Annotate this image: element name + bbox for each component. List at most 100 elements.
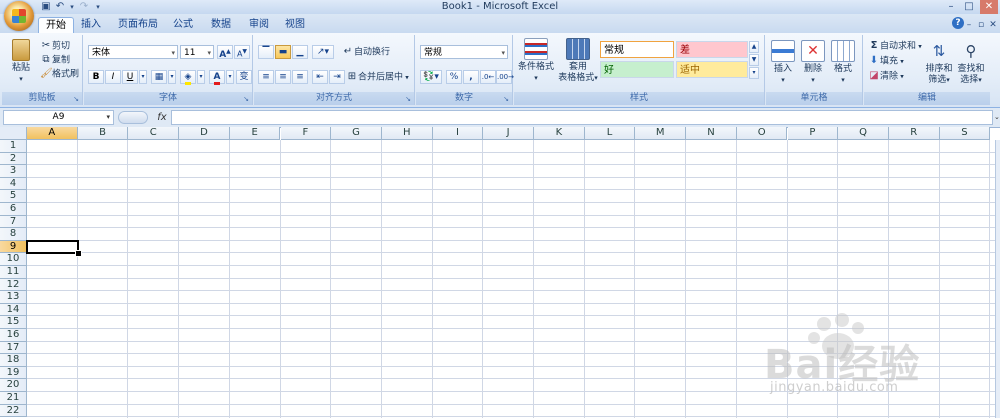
row-header-3[interactable]: 3 (0, 165, 27, 178)
format-as-table-button[interactable]: 套用 表格格式▾ (556, 38, 600, 84)
styles-scroll-up-icon[interactable]: ▲ (749, 41, 759, 53)
column-header-g[interactable]: G (331, 127, 382, 140)
underline-dropdown-icon[interactable]: ▾ (139, 70, 147, 84)
row-header-11[interactable]: 11 (0, 266, 27, 279)
align-middle-button[interactable]: ▬ (275, 45, 291, 59)
increase-decimal-button[interactable]: .0← (480, 70, 496, 84)
increase-indent-button[interactable]: ⇥ (329, 70, 345, 84)
bold-button[interactable]: B (88, 70, 104, 84)
decrease-indent-button[interactable]: ⇤ (312, 70, 328, 84)
column-header-n[interactable]: N (686, 127, 737, 140)
copy-button[interactable]: ⧉ 复制 (40, 54, 70, 67)
row-header-16[interactable]: 16 (0, 329, 27, 342)
column-header-c[interactable]: C (128, 127, 180, 140)
row-header-5[interactable]: 5 (0, 190, 27, 203)
insert-cells-button[interactable]: 插入 ▾ (768, 40, 798, 86)
find-select-button[interactable]: ⚲ 查找和 选择▾ (956, 40, 986, 86)
align-right-button[interactable]: ≡ (292, 70, 308, 84)
formula-bar-toggle[interactable] (118, 111, 148, 124)
alignment-launcher-icon[interactable]: ↘ (404, 95, 412, 103)
style-bad[interactable]: 差 (676, 41, 748, 58)
shrink-font-button[interactable]: A▼ (234, 45, 250, 59)
minimize-icon[interactable]: – (944, 0, 958, 14)
row-header-19[interactable]: 19 (0, 366, 27, 380)
style-neutral[interactable]: 适中 (676, 61, 748, 78)
row-header-20[interactable]: 20 (0, 379, 27, 392)
fill-color-button[interactable]: ◈ (180, 70, 196, 85)
tab-formulas[interactable]: 公式 (168, 17, 198, 33)
insert-function-icon[interactable]: fx (155, 110, 169, 125)
column-header-q[interactable]: Q (838, 127, 889, 140)
borders-dropdown-icon[interactable]: ▾ (168, 70, 176, 84)
styles-scroll-down-icon[interactable]: ▼ (749, 54, 759, 66)
comma-button[interactable]: , (463, 70, 479, 84)
number-format-select[interactable]: 常规 ▾ (420, 45, 508, 59)
format-painter-button[interactable]: 🖌格式刷 (40, 68, 79, 81)
column-header-k[interactable]: K (534, 127, 585, 140)
close-icon[interactable]: ✕ (980, 0, 998, 14)
row-header-21[interactable]: 21 (0, 392, 27, 405)
row-header-12[interactable]: 12 (0, 278, 27, 292)
font-color-dropdown-icon[interactable]: ▾ (226, 70, 234, 84)
worksheet-grid[interactable]: ABCDEFGHIJKLMNOPQRS 1 2 3 4 5 6 7 8 9 10 11 12 13 14 1… (0, 127, 1000, 418)
name-box[interactable]: A9 ▾ (3, 110, 114, 125)
column-header-o[interactable]: O (736, 127, 788, 140)
phonetic-button[interactable]: 变 (236, 70, 252, 84)
tab-data[interactable]: 数据 (206, 17, 236, 33)
style-good[interactable]: 好 (600, 61, 674, 78)
row-header-8[interactable]: 8 (0, 228, 27, 241)
column-header-d[interactable]: D (179, 127, 230, 140)
align-left-button[interactable]: ≡ (258, 70, 274, 84)
font-color-button[interactable]: A (209, 70, 225, 85)
sort-filter-button[interactable]: ⇅ 排序和 筛选▾ (924, 40, 954, 86)
column-header-f[interactable]: F (280, 127, 332, 140)
expand-formula-bar-icon[interactable]: ⌄ (994, 110, 1000, 125)
underline-button[interactable]: U (122, 70, 138, 84)
percent-button[interactable]: % (446, 70, 462, 84)
wrap-text-button[interactable]: ↵ 自动换行 (342, 46, 390, 59)
autosum-button[interactable]: Σ 自动求和 ▾ (868, 40, 922, 53)
row-header-18[interactable]: 18 (0, 354, 27, 367)
active-cell[interactable] (26, 239, 79, 255)
delete-cells-button[interactable]: ✕ 删除 ▾ (798, 40, 828, 86)
cut-button[interactable]: ✂ 剪切 (40, 40, 70, 53)
number-launcher-icon[interactable]: ↘ (502, 95, 510, 103)
select-all-corner[interactable] (0, 127, 27, 140)
italic-button[interactable]: I (105, 70, 121, 84)
workbook-close-icon[interactable]: ✕ (986, 18, 1000, 32)
tab-view[interactable]: 视图 (280, 17, 310, 33)
column-header-h[interactable]: H (381, 127, 433, 140)
row-header-10[interactable]: 10 (0, 253, 27, 266)
fill-handle[interactable] (74, 250, 82, 258)
style-normal[interactable]: 常规 (600, 41, 674, 58)
column-header-p[interactable]: P (787, 127, 839, 140)
office-button[interactable] (4, 1, 34, 31)
row-header-6[interactable]: 6 (0, 203, 27, 216)
font-launcher-icon[interactable]: ↘ (242, 95, 250, 103)
row-header-15[interactable]: 15 (0, 316, 27, 329)
column-header-b[interactable]: B (77, 127, 129, 140)
styles-more-icon[interactable]: ▾ (749, 67, 759, 79)
paste-button[interactable]: 粘贴 ▾ (6, 39, 36, 85)
align-bottom-button[interactable]: ▁ (292, 45, 308, 59)
column-header-s[interactable]: S (939, 127, 991, 140)
row-header-4[interactable]: 4 (0, 177, 27, 191)
conditional-format-button[interactable]: 条件格式 ▾ (516, 38, 556, 84)
column-header-e[interactable]: E (229, 127, 281, 140)
fill-color-dropdown-icon[interactable]: ▾ (197, 70, 205, 84)
row-header-9[interactable]: 9 (0, 240, 27, 254)
maximize-icon[interactable]: □ (962, 0, 976, 14)
row-header-22[interactable]: 22 (0, 404, 27, 418)
row-header-7[interactable]: 7 (0, 215, 27, 229)
column-header-r[interactable]: R (888, 127, 940, 140)
grow-font-button[interactable]: A▲ (217, 45, 233, 60)
row-header-2[interactable]: 2 (0, 152, 27, 166)
tab-page-layout[interactable]: 页面布局 (114, 17, 162, 33)
formula-input[interactable] (171, 110, 993, 125)
font-size-select[interactable]: 11 ▾ (180, 45, 214, 59)
column-header-m[interactable]: M (635, 127, 687, 140)
column-header-j[interactable]: J (483, 127, 534, 140)
decrease-decimal-button[interactable]: .00→ (496, 70, 514, 84)
column-header-i[interactable]: I (432, 127, 484, 140)
row-header-17[interactable]: 17 (0, 341, 27, 355)
